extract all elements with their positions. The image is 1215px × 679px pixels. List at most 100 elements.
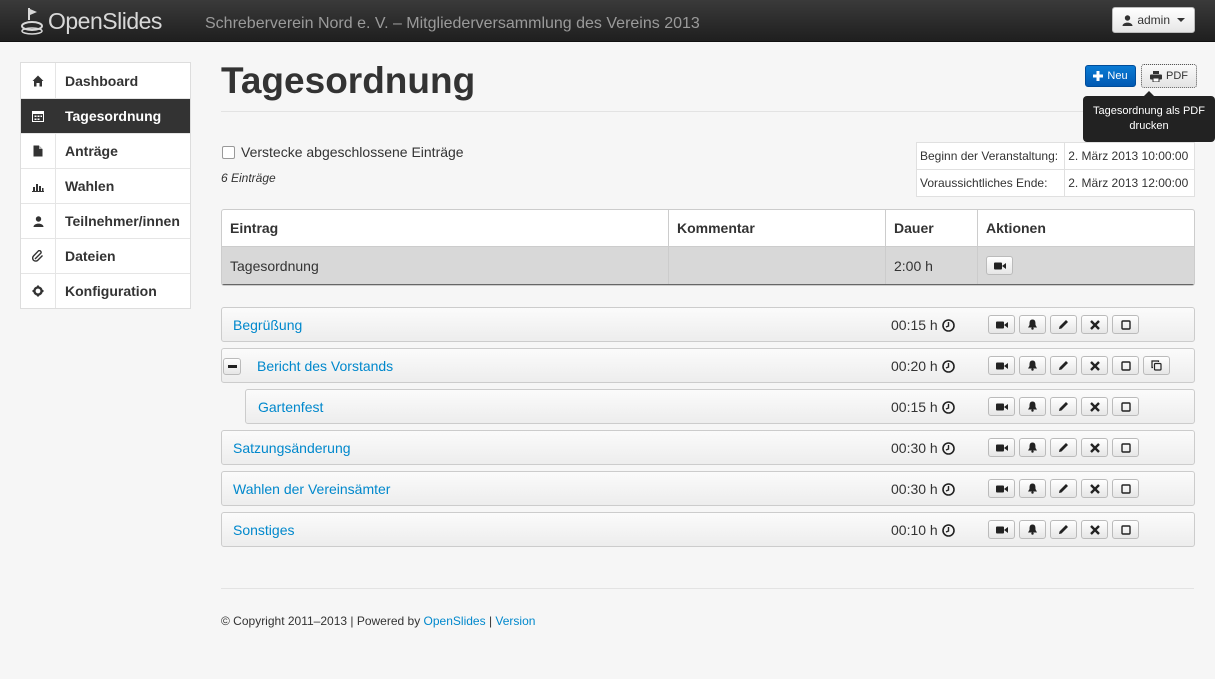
delete-button[interactable] xyxy=(1081,438,1108,457)
user-icon xyxy=(1122,14,1133,26)
duration-text: 00:15 h xyxy=(891,399,938,415)
item-actions xyxy=(988,438,1143,457)
agenda-table: Eintrag Kommentar Dauer Aktionen Tagesor… xyxy=(221,209,1195,286)
bell-icon xyxy=(1028,524,1037,535)
delete-button[interactable] xyxy=(1081,356,1108,375)
sidebar-item-label: Tagesordnung xyxy=(65,108,162,124)
bell-icon xyxy=(1028,319,1037,330)
notify-button[interactable] xyxy=(1019,438,1046,457)
start-value: 2. März 2013 10:00:00 xyxy=(1064,142,1195,170)
logo[interactable]: OpenSlides xyxy=(20,6,162,36)
list-item: Gartenfest 00:15 h xyxy=(245,389,1195,424)
notify-button[interactable] xyxy=(1019,315,1046,334)
delete-button[interactable] xyxy=(1081,315,1108,334)
item-actions xyxy=(988,315,1143,334)
project-button[interactable] xyxy=(988,315,1015,334)
delete-button[interactable] xyxy=(1081,520,1108,539)
edit-button[interactable] xyxy=(1050,520,1077,539)
item-title-link[interactable]: Bericht des Vorstands xyxy=(257,358,393,374)
notify-button[interactable] xyxy=(1019,356,1046,375)
event-info-table: Beginn der Veranstaltung: 2. März 2013 1… xyxy=(915,142,1195,197)
delete-button[interactable] xyxy=(1081,397,1108,416)
video-camera-icon xyxy=(995,444,1008,451)
close-icon xyxy=(1089,319,1100,330)
close-item-button[interactable] xyxy=(1112,356,1139,375)
minus-icon xyxy=(227,365,237,368)
notify-button[interactable] xyxy=(1019,479,1046,498)
pdf-button[interactable]: PDF xyxy=(1141,64,1197,88)
item-title-link[interactable]: Gartenfest xyxy=(258,399,323,415)
item-title-link[interactable]: Begrüßung xyxy=(233,317,302,333)
sidebar-item-dateien[interactable]: Dateien xyxy=(21,238,190,273)
list-item: Begrüßung 00:15 h xyxy=(221,307,1195,342)
bell-icon xyxy=(1028,442,1037,453)
item-title-link[interactable]: Sonstiges xyxy=(233,522,294,538)
hide-closed-toggle[interactable]: Verstecke abgeschlossene Einträge xyxy=(222,144,464,160)
project-button[interactable] xyxy=(986,256,1013,275)
close-item-button[interactable] xyxy=(1112,438,1139,457)
end-value: 2. März 2013 12:00:00 xyxy=(1064,169,1195,197)
duration-text: 00:30 h xyxy=(891,481,938,497)
project-button[interactable] xyxy=(988,520,1015,539)
edit-button[interactable] xyxy=(1050,356,1077,375)
item-title-link[interactable]: Satzungsänderung xyxy=(233,440,351,456)
summary-actions xyxy=(978,247,1194,284)
pencil-icon xyxy=(1059,484,1068,493)
sidebar-item-konfiguration[interactable]: Konfiguration xyxy=(21,273,190,308)
item-title-link[interactable]: Wahlen der Vereinsämter xyxy=(233,481,390,497)
item-duration: 00:15 h xyxy=(891,399,955,415)
home-icon xyxy=(21,63,56,98)
pdf-button-label: PDF xyxy=(1166,70,1188,82)
item-duration: 00:30 h xyxy=(891,481,955,497)
project-button[interactable] xyxy=(988,356,1015,375)
hide-closed-checkbox[interactable] xyxy=(222,145,235,159)
close-item-button[interactable] xyxy=(1112,520,1139,539)
column-header-duration: Dauer xyxy=(886,210,978,246)
edit-button[interactable] xyxy=(1050,397,1077,416)
close-item-button[interactable] xyxy=(1112,479,1139,498)
new-button[interactable]: Neu xyxy=(1085,65,1136,87)
page-title: Tagesordnung xyxy=(221,60,476,101)
hide-closed-label: Verstecke abgeschlossene Einträge xyxy=(241,144,464,160)
logo-text: OpenSlides xyxy=(48,7,162,34)
close-item-button[interactable] xyxy=(1112,397,1139,416)
footer-divider xyxy=(221,588,1194,589)
sidebar-item-wahlen[interactable]: Wahlen xyxy=(21,168,190,203)
collapse-button[interactable] xyxy=(223,358,241,375)
sidebar-item-teilnehmer[interactable]: Teilnehmer/innen xyxy=(21,203,190,238)
logo-icon xyxy=(21,8,43,35)
delete-button[interactable] xyxy=(1081,479,1108,498)
project-button[interactable] xyxy=(988,397,1015,416)
file-icon xyxy=(21,134,56,168)
notify-button[interactable] xyxy=(1019,520,1046,539)
item-duration: 00:10 h xyxy=(891,522,955,538)
sidebar-item-label: Teilnehmer/innen xyxy=(65,213,180,229)
sidebar-item-dashboard[interactable]: Dashboard xyxy=(21,63,190,98)
sidebar-item-antraege[interactable]: Anträge xyxy=(21,133,190,168)
project-button[interactable] xyxy=(988,438,1015,457)
pencil-icon xyxy=(1059,402,1068,411)
project-button[interactable] xyxy=(988,479,1015,498)
video-camera-icon xyxy=(995,526,1008,533)
bell-icon xyxy=(1028,483,1037,494)
project-subitems-button[interactable] xyxy=(1143,356,1170,375)
sidebar-item-label: Konfiguration xyxy=(65,283,157,299)
edit-button[interactable] xyxy=(1050,479,1077,498)
version-link[interactable]: Version xyxy=(495,614,535,628)
notify-button[interactable] xyxy=(1019,397,1046,416)
edit-button[interactable] xyxy=(1050,315,1077,334)
checkbox-icon xyxy=(1120,483,1131,494)
video-camera-icon xyxy=(995,403,1008,410)
checkbox-icon xyxy=(1120,401,1131,412)
openslides-link[interactable]: OpenSlides xyxy=(424,614,486,628)
duration-text: 00:15 h xyxy=(891,317,938,333)
footer: © Copyright 2011–2013 | Powered by OpenS… xyxy=(221,614,535,628)
column-header-comment: Kommentar xyxy=(669,210,886,246)
user-menu-button[interactable]: admin xyxy=(1112,7,1195,33)
close-item-button[interactable] xyxy=(1112,315,1139,334)
sidebar-item-tagesordnung[interactable]: Tagesordnung xyxy=(21,98,190,133)
edit-button[interactable] xyxy=(1050,438,1077,457)
pencil-icon xyxy=(1059,443,1068,452)
bell-icon xyxy=(1028,401,1037,412)
column-header-entry: Eintrag xyxy=(222,210,669,246)
